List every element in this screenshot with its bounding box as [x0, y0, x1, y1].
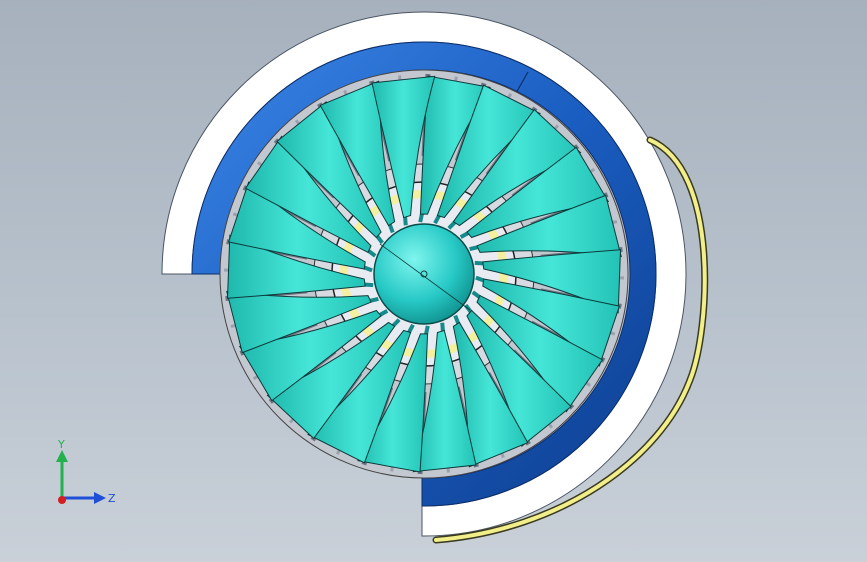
z-axis-arrowhead — [94, 492, 106, 504]
x-axis-dot — [58, 496, 66, 504]
y-axis-label: Y — [57, 438, 65, 451]
spinner-hub[interactable] — [373, 223, 475, 325]
z-axis-label: Z — [108, 492, 116, 505]
graphics-viewport[interactable]: Y Z — [0, 0, 867, 562]
orientation-triad[interactable]: Y Z — [40, 430, 130, 520]
y-axis-arrowhead — [56, 450, 68, 462]
turbofan-model[interactable] — [0, 0, 867, 562]
